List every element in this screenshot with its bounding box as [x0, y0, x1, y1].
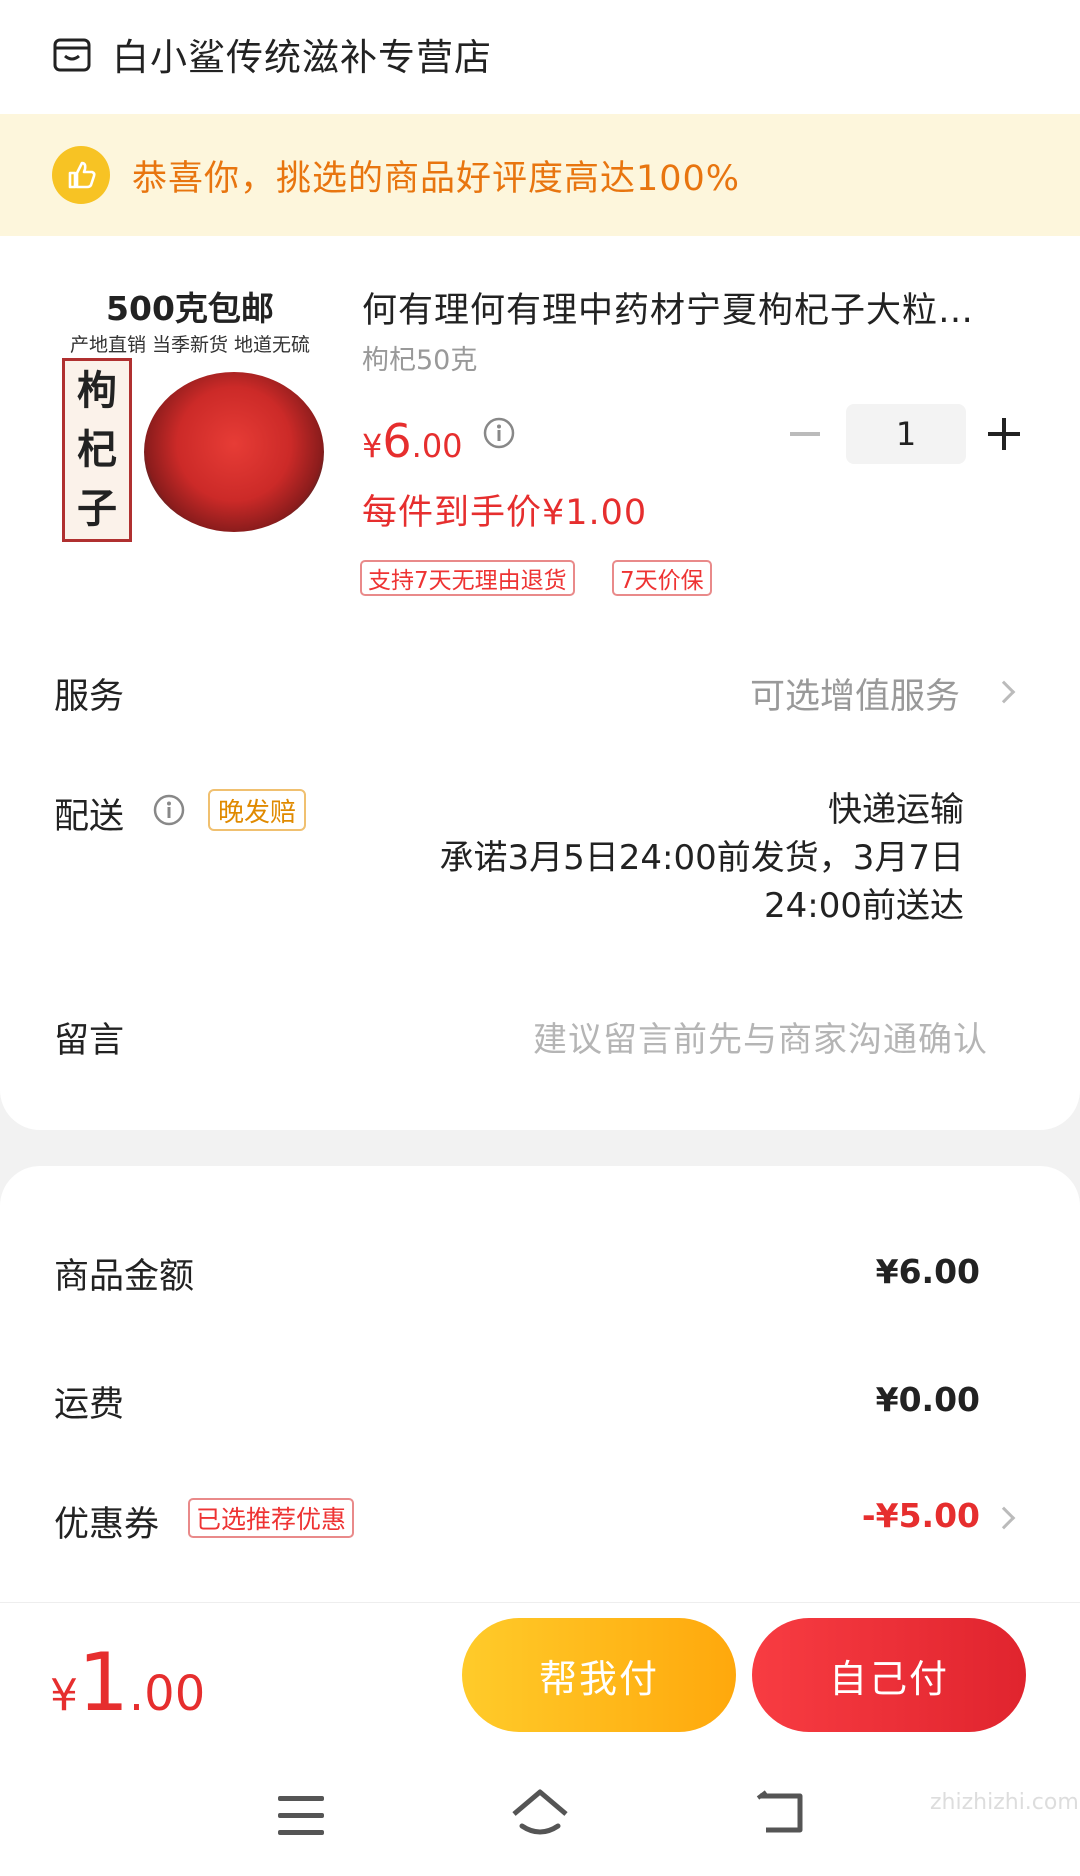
- image-label-char: 杞: [77, 426, 117, 473]
- image-label-char: 枸: [77, 367, 117, 414]
- image-label: 枸 杞 子: [62, 358, 132, 542]
- unit-price: 每件到手价¥1.00: [362, 493, 648, 533]
- message-label: 留言: [54, 1021, 125, 1061]
- total-decimal: .00: [128, 1666, 206, 1722]
- coupon-value[interactable]: -¥5.00: [862, 1496, 980, 1535]
- price-info-icon[interactable]: [482, 416, 516, 450]
- home-icon[interactable]: [510, 1786, 570, 1840]
- delivery-promise-line1: 承诺3月5日24:00前发货，3月7日: [439, 838, 964, 878]
- image-label-char: 子: [77, 486, 117, 533]
- goji-bowl-image: [144, 372, 324, 532]
- goods-amount-value: ¥6.00: [875, 1252, 980, 1291]
- service-value[interactable]: 可选增值服务: [750, 668, 960, 719]
- shipping-value: ¥0.00: [875, 1380, 980, 1419]
- image-title: 500克包邮: [106, 289, 274, 328]
- thumbs-up-icon: [52, 146, 110, 204]
- late-compensation-badge: 晚发赔: [208, 789, 307, 831]
- delivery-label: 配送: [54, 797, 125, 837]
- product-spec[interactable]: 枸杞50克: [362, 338, 477, 377]
- rating-banner: 恭喜你，挑选的商品好评度高达100%: [0, 114, 1080, 236]
- delivery-promise-line2: 24:00前送达: [764, 886, 964, 926]
- store-icon: [53, 38, 91, 72]
- total-integer: 1: [78, 1636, 129, 1729]
- watermark-text: zhizhizhi.com: [930, 1790, 1079, 1815]
- coupon-label: 优惠券: [54, 1505, 160, 1545]
- store-header[interactable]: 白小鲨传统滋补专营店: [52, 26, 492, 82]
- message-input[interactable]: 建议留言前先与商家沟通确认: [533, 1012, 988, 1061]
- product-image[interactable]: 500克包邮 产地直销 当季新货 地道无硫 枸 杞 子: [52, 272, 328, 548]
- price-integer: 6: [382, 414, 412, 468]
- quantity-minus-button[interactable]: [790, 432, 820, 436]
- store-name: 白小鲨传统滋补专营店: [112, 36, 492, 79]
- product-price: ¥ 6 .00: [362, 414, 463, 468]
- delivery-info: 快递运输 承诺3月5日24:00前发货，3月7日 24:00前送达: [364, 786, 964, 930]
- image-subtitle: 产地直销 当季新货 地道无硫: [69, 334, 311, 356]
- price-protection-tag: 7天价保: [612, 560, 712, 596]
- service-label: 服务: [54, 677, 125, 717]
- total-price: ¥ 1 .00: [50, 1636, 205, 1729]
- quantity-plus-button[interactable]: [988, 418, 1020, 450]
- goods-amount-label: 商品金额: [54, 1257, 195, 1297]
- shipping-label: 运费: [54, 1385, 125, 1425]
- product-title[interactable]: 何有理何有理中药材宁夏枸杞子大粒…: [362, 282, 1022, 333]
- delivery-info-icon[interactable]: [152, 793, 186, 827]
- price-decimal: .00: [411, 427, 463, 465]
- coupon-tag: 已选推荐优惠: [188, 1498, 355, 1538]
- help-pay-button[interactable]: 帮我付: [462, 1618, 736, 1732]
- total-symbol: ¥: [50, 1670, 78, 1721]
- delivery-method: 快递运输: [828, 790, 964, 830]
- banner-text: 恭喜你，挑选的商品好评度高达100%: [132, 158, 741, 199]
- quantity-field[interactable]: 1: [846, 404, 966, 464]
- back-icon[interactable]: [756, 1790, 806, 1836]
- self-pay-button[interactable]: 自己付: [752, 1618, 1026, 1732]
- menu-icon[interactable]: [278, 1796, 324, 1836]
- return-policy-tag: 支持7天无理由退货: [360, 560, 575, 596]
- price-symbol: ¥: [362, 427, 383, 465]
